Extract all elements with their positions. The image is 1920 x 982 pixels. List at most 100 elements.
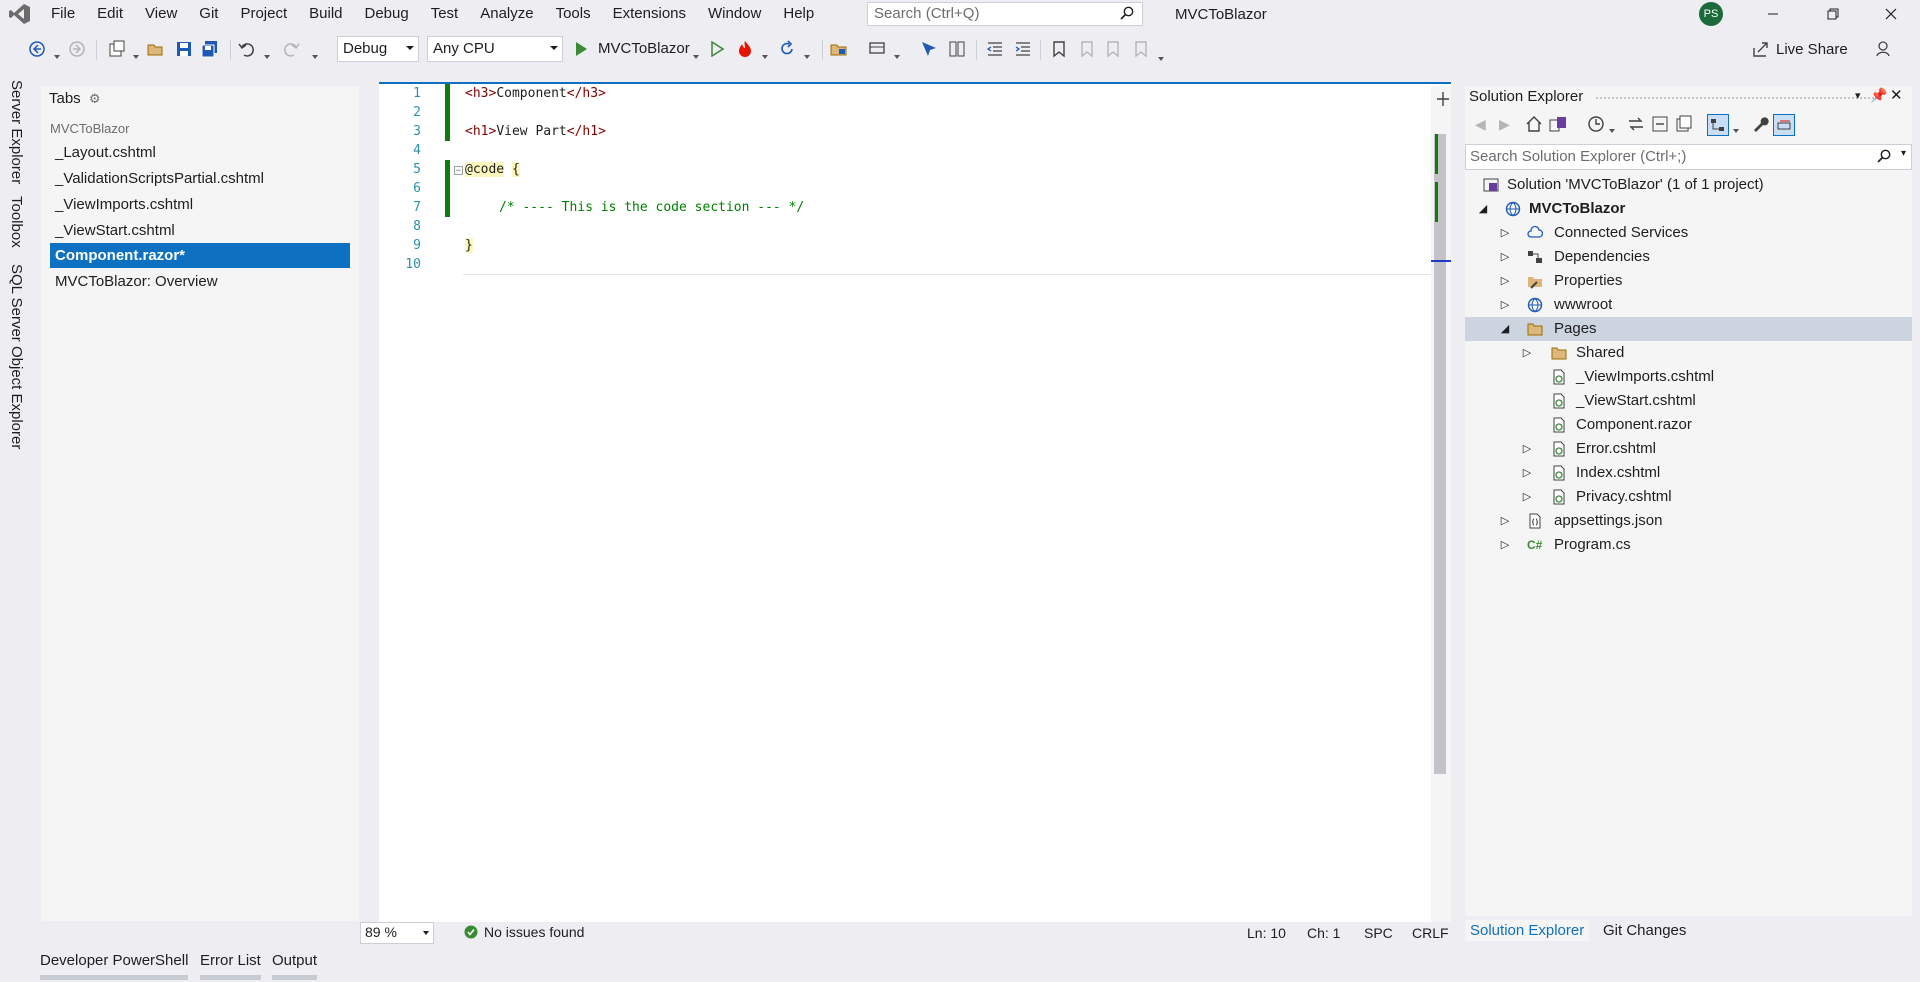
bookmark-icon[interactable] (1048, 38, 1070, 60)
tree-item-program[interactable]: ▷ C# Program.cs (1465, 533, 1912, 557)
indent-icon[interactable] (1012, 38, 1034, 60)
collapse-arrow-icon[interactable]: ◢ (1475, 197, 1491, 221)
column-indicator[interactable]: Ch: 1 (1307, 925, 1340, 941)
properties-wrench-icon[interactable] (1751, 115, 1769, 136)
close-icon[interactable] (1868, 0, 1914, 28)
feedback-icon[interactable] (1872, 38, 1894, 60)
preview-dropdown-icon[interactable] (1733, 120, 1739, 136)
issues-indicator[interactable]: No issues found (464, 924, 584, 940)
menu-build[interactable]: Build (298, 0, 353, 28)
tab-git-changes[interactable]: Git Changes (1598, 920, 1691, 941)
navigate-back-dropdown-icon[interactable] (54, 46, 60, 68)
toolbar-overflow-icon[interactable] (1158, 48, 1164, 70)
expand-arrow-icon[interactable]: ▷ (1497, 269, 1513, 293)
tree-item-viewstart[interactable]: _ViewStart.cshtml (1465, 389, 1912, 413)
panel-close-icon[interactable]: ✕ (1890, 86, 1903, 104)
pending-changes-filter-icon[interactable] (1587, 115, 1605, 136)
se-back-icon[interactable]: ◀ (1475, 116, 1486, 133)
panel-options-dropdown-icon[interactable]: ▾ (1855, 89, 1861, 102)
new-project-icon[interactable] (106, 38, 128, 60)
tree-item-solution[interactable]: Solution 'MVCToBlazor' (1 of 1 project) (1465, 173, 1912, 197)
browser-link-dropdown-icon[interactable] (804, 46, 810, 68)
tree-item-shared[interactable]: ▷ Shared (1465, 341, 1912, 365)
expand-arrow-icon[interactable]: ▷ (1519, 485, 1535, 509)
compare-icon[interactable] (946, 38, 968, 60)
menu-extensions[interactable]: Extensions (602, 0, 697, 28)
tabs-settings-gear-icon[interactable]: ⚙ (89, 91, 101, 106)
expand-arrow-icon[interactable]: ▷ (1497, 245, 1513, 269)
expand-arrow-icon[interactable]: ▷ (1519, 341, 1535, 365)
sql-server-object-explorer-tab[interactable]: SQL Server Object Explorer (8, 264, 25, 449)
save-all-icon[interactable] (199, 38, 221, 60)
menu-test[interactable]: Test (420, 0, 470, 28)
tree-item-index[interactable]: ▷ Index.cshtml (1465, 461, 1912, 485)
start-debugging-icon[interactable] (570, 38, 592, 60)
solution-platform-select[interactable]: Any CPU (427, 36, 563, 62)
pin-icon[interactable]: 📌 (1870, 87, 1887, 104)
avatar[interactable]: PS (1699, 2, 1723, 26)
preview-file-icon[interactable] (1773, 114, 1795, 136)
menu-file[interactable]: File (40, 0, 86, 28)
tree-item-connected-services[interactable]: ▷ Connected Services (1465, 221, 1912, 245)
sync-active-document-icon[interactable] (1627, 115, 1645, 136)
search-input[interactable]: Search (Ctrl+Q) (867, 2, 1143, 26)
pending-changes-dropdown-icon[interactable] (1609, 120, 1615, 136)
navigate-back-icon[interactable] (26, 38, 48, 60)
restore-icon[interactable] (1810, 0, 1856, 28)
tree-item-dependencies[interactable]: ▷ Dependencies (1465, 245, 1912, 269)
line-indicator[interactable]: Ln: 10 (1247, 925, 1286, 941)
start-without-debugging-icon[interactable] (706, 38, 728, 60)
tab-output[interactable]: Output (272, 952, 318, 980)
tree-item-privacy[interactable]: ▷ Privacy.cshtml (1465, 485, 1912, 509)
whitespace-indicator[interactable]: SPC (1364, 925, 1393, 941)
hot-reload-icon[interactable] (734, 38, 756, 60)
preview-selected-items-icon[interactable] (1707, 114, 1729, 136)
redo-dropdown-icon[interactable] (312, 46, 318, 68)
tab-error-list[interactable]: Error List (200, 952, 261, 980)
select-element-icon[interactable] (918, 38, 940, 60)
browser-link-refresh-icon[interactable] (776, 38, 798, 60)
search-options-dropdown-icon[interactable]: ▾ (1901, 148, 1906, 159)
expand-arrow-icon[interactable]: ▷ (1519, 461, 1535, 485)
undo-icon[interactable] (236, 38, 258, 60)
start-debugging-target[interactable]: MVCToBlazor (598, 40, 690, 57)
se-forward-icon[interactable]: ▶ (1499, 116, 1510, 133)
run-target-dropdown-icon[interactable] (693, 46, 699, 68)
tree-item-project[interactable]: ◢ MVCToBlazor (1465, 197, 1912, 221)
code-editor[interactable]: 1 2 3 4 5 6 7 8 9 10 − <h3>Component</h3… (379, 82, 1451, 922)
switch-views-icon[interactable] (1549, 115, 1567, 136)
scrollbar-thumb[interactable] (1434, 134, 1446, 774)
server-explorer-tab[interactable]: Server Explorer (8, 80, 25, 184)
tree-item-properties[interactable]: ▷ Properties (1465, 269, 1912, 293)
tab-developer-powershell[interactable]: Developer PowerShell (40, 952, 189, 980)
expand-arrow-icon[interactable]: ▷ (1497, 509, 1513, 533)
open-folder-icon[interactable] (145, 38, 167, 60)
tree-item-appsettings[interactable]: ▷ appsettings.json (1465, 509, 1912, 533)
collapse-all-icon[interactable] (1651, 115, 1669, 136)
toolbox-tab[interactable]: Toolbox (8, 196, 25, 248)
menu-project[interactable]: Project (229, 0, 298, 28)
split-editor-icon[interactable] (1437, 92, 1449, 109)
line-ending-indicator[interactable]: CRLF (1412, 925, 1449, 941)
zoom-select[interactable]: 89 % (360, 922, 434, 944)
live-share-button[interactable]: Live Share (1752, 40, 1848, 58)
tree-item-error[interactable]: ▷ Error.cshtml (1465, 437, 1912, 461)
solution-configuration-select[interactable]: Debug (337, 36, 419, 62)
hot-reload-dropdown-icon[interactable] (762, 46, 768, 68)
tab-entry-layout[interactable]: _Layout.cshtml (50, 140, 350, 165)
menu-help[interactable]: Help (772, 0, 825, 28)
redo-icon[interactable] (280, 38, 302, 60)
tab-entry-overview[interactable]: MVCToBlazor: Overview (50, 269, 350, 294)
publish-icon[interactable] (866, 38, 888, 60)
publish-dropdown-icon[interactable] (894, 46, 900, 68)
undo-dropdown-icon[interactable] (264, 46, 270, 68)
new-item-dropdown-icon[interactable] (133, 46, 139, 68)
minimize-icon[interactable] (1750, 0, 1796, 28)
tree-item-component-razor[interactable]: Component.razor (1465, 413, 1912, 437)
tab-entry-viewimports[interactable]: _ViewImports.cshtml (50, 192, 350, 217)
collapse-region-icon[interactable]: − (454, 166, 463, 175)
tree-item-wwwroot[interactable]: ▷ wwwroot (1465, 293, 1912, 317)
previous-bookmark-icon[interactable] (1076, 38, 1098, 60)
editor-vertical-scrollbar[interactable] (1431, 86, 1451, 922)
menu-view[interactable]: View (134, 0, 188, 28)
